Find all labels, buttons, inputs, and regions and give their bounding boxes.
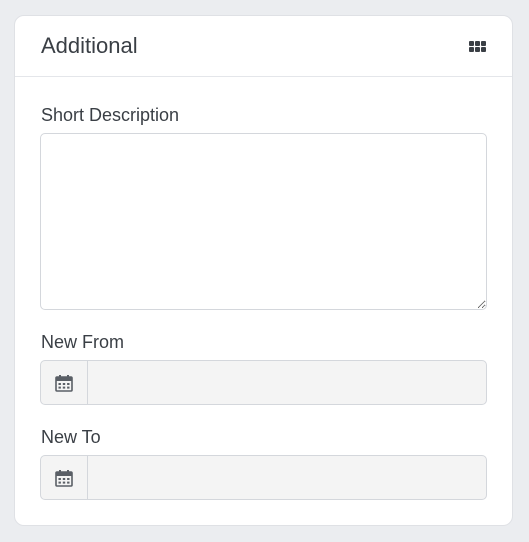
panel-title: Additional	[41, 33, 138, 58]
new-from-label: New From	[41, 332, 125, 352]
grid-icon[interactable]	[469, 41, 486, 52]
new-to-label: New To	[41, 427, 101, 447]
new-to-date-group	[40, 455, 487, 500]
new-to-input[interactable]	[88, 456, 486, 499]
panel-header: Additional	[15, 16, 512, 77]
calendar-icon	[55, 469, 73, 487]
new-to-calendar-button[interactable]	[41, 456, 88, 499]
new-from-date-group	[40, 360, 487, 405]
new-from-input[interactable]	[88, 361, 486, 404]
short-description-label: Short Description	[41, 105, 180, 125]
additional-panel: Additional Short Description New From Ne…	[14, 15, 513, 526]
short-description-input[interactable]	[40, 133, 487, 310]
calendar-icon	[55, 374, 73, 392]
new-from-calendar-button[interactable]	[41, 361, 88, 404]
